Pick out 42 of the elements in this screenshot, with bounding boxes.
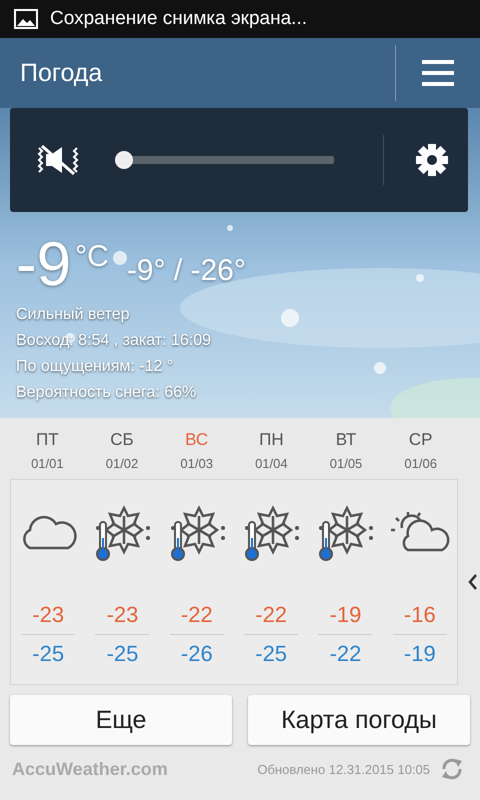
- day-name: СР: [408, 430, 432, 450]
- weather-detail: Вероятность снега: 66%: [16, 383, 196, 403]
- app-title: Погода: [20, 58, 104, 88]
- notification-text: Сохранение снимка экрана...: [50, 8, 308, 30]
- image-icon: [14, 9, 38, 29]
- action-button[interactable]: Карта погоды: [248, 695, 470, 745]
- day-date: 01/02: [106, 456, 138, 471]
- low-temperature: -22: [330, 641, 362, 667]
- weather-detail: Сильный ветер: [16, 305, 130, 325]
- low-temperature: -25: [255, 641, 288, 667]
- day-date: 01/04: [255, 456, 288, 471]
- low-temperature: -19: [404, 641, 436, 667]
- updated-time: Обновлено 12.31.2015 10:05: [257, 762, 430, 776]
- slider-thumb[interactable]: [115, 151, 133, 169]
- day-name: СБ: [110, 430, 134, 450]
- low-temperature: -26: [180, 641, 213, 667]
- mute-icon[interactable]: [36, 144, 80, 176]
- high-temperature: -16: [404, 602, 436, 628]
- high-temperature: -22: [255, 602, 288, 628]
- day-name: ПН: [259, 430, 284, 450]
- chevron-left-icon[interactable]: [468, 573, 478, 591]
- day-date: 01/01: [31, 456, 64, 471]
- temperature-unit: °C: [75, 242, 109, 272]
- weather-detail: По ощущениям: -12 °: [16, 357, 174, 377]
- day-date: 01/03: [180, 456, 213, 471]
- action-button[interactable]: Еще: [10, 695, 232, 745]
- high-low-temperature: -9° / -26°: [126, 256, 246, 286]
- day-name: ВТ: [336, 430, 356, 450]
- weather-detail: Восход: 8:54 , закат: 16:09: [16, 331, 212, 351]
- day-date: 01/05: [330, 456, 362, 471]
- current-temperature: -9: [16, 234, 72, 296]
- settings-icon[interactable]: [414, 142, 450, 178]
- low-temperature: -25: [32, 641, 64, 667]
- day-name: ПТ: [36, 430, 59, 450]
- low-temperature: -25: [106, 641, 138, 667]
- high-temperature: -22: [180, 602, 213, 628]
- menu-icon: [422, 59, 454, 87]
- high-temperature: -23: [106, 602, 138, 628]
- day-date: 01/06: [404, 456, 437, 471]
- high-temperature: -19: [330, 602, 362, 628]
- day-name: ВС: [185, 430, 208, 450]
- high-temperature: -23: [32, 602, 64, 628]
